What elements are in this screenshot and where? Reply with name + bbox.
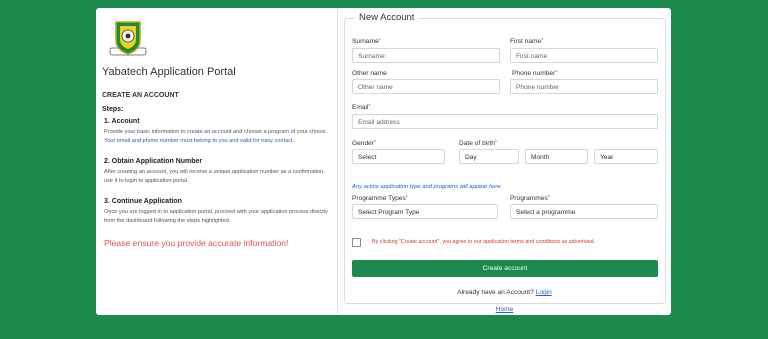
info-panel: Yabatech Application Portal CREATE AN AC… — [96, 8, 338, 315]
yabatech-crest-logo — [109, 21, 147, 56]
dob-month-select[interactable]: Month — [525, 149, 588, 164]
already-account-text: Already have an Account? Login — [457, 289, 552, 296]
phone-input[interactable]: Phone number — [510, 79, 658, 94]
step-text: After creating an account, you will rece… — [104, 169, 325, 184]
gender-select[interactable]: Select — [352, 149, 445, 164]
terms-checkbox[interactable] — [352, 238, 361, 247]
step-highlight: Your email and phone number must belong … — [104, 138, 295, 144]
form-panel: New Account Surname* Surname First name*… — [338, 8, 671, 315]
gender-label: Gender* — [352, 140, 376, 147]
step-text: Provide your basic information to create… — [104, 129, 327, 144]
dob-day-select[interactable]: Day — [459, 149, 519, 164]
steps-label: Steps: — [102, 106, 124, 113]
terms-text: By clicking "Create account", you agree … — [372, 239, 596, 245]
step-title: 2. Obtain Application Number — [104, 158, 203, 165]
accuracy-warning: Please ensure you provide accurate infor… — [104, 238, 289, 248]
step-1: 1. Account Provide your basic informatio… — [104, 117, 332, 146]
step-title: 1. Account — [104, 118, 140, 125]
portal-title: Yabatech Application Portal — [102, 66, 236, 78]
step-title: 3. Continue Application — [104, 198, 182, 205]
surname-label: Surname* — [352, 38, 381, 45]
surname-input[interactable]: Surname — [352, 48, 500, 63]
email-input[interactable]: Email address — [352, 114, 658, 129]
email-label: Email* — [352, 104, 371, 111]
first-name-label: First name* — [510, 38, 544, 45]
dob-label: Date of birth* — [459, 140, 497, 147]
step-text: Once you are logged in to application po… — [104, 209, 328, 224]
create-account-heading: CREATE AN ACCOUNT — [102, 92, 179, 99]
home-link[interactable]: Home — [338, 306, 671, 313]
first-name-input[interactable]: First name — [510, 48, 658, 63]
programmes-select[interactable]: Select a programme — [510, 204, 658, 219]
other-name-label: Other name — [352, 70, 387, 77]
form-legend: New Account — [355, 12, 419, 23]
login-link[interactable]: Login — [536, 289, 552, 296]
step-3: 3. Continue Application Once you are log… — [104, 197, 332, 226]
programmes-label: Programmes* — [510, 195, 550, 202]
step-2: 2. Obtain Application Number After creat… — [104, 157, 332, 186]
programme-type-select[interactable]: Select Program Type — [352, 204, 498, 219]
dob-year-select[interactable]: Year — [594, 149, 658, 164]
programme-types-label: Programme Types* — [352, 195, 408, 202]
create-account-button[interactable]: Create account — [352, 260, 658, 277]
other-name-input[interactable]: Other name — [352, 79, 500, 94]
signup-card: Yabatech Application Portal CREATE AN AC… — [96, 8, 671, 315]
programs-hint: Any active application type and programs… — [352, 184, 503, 190]
phone-label: Phone number* — [512, 70, 558, 77]
